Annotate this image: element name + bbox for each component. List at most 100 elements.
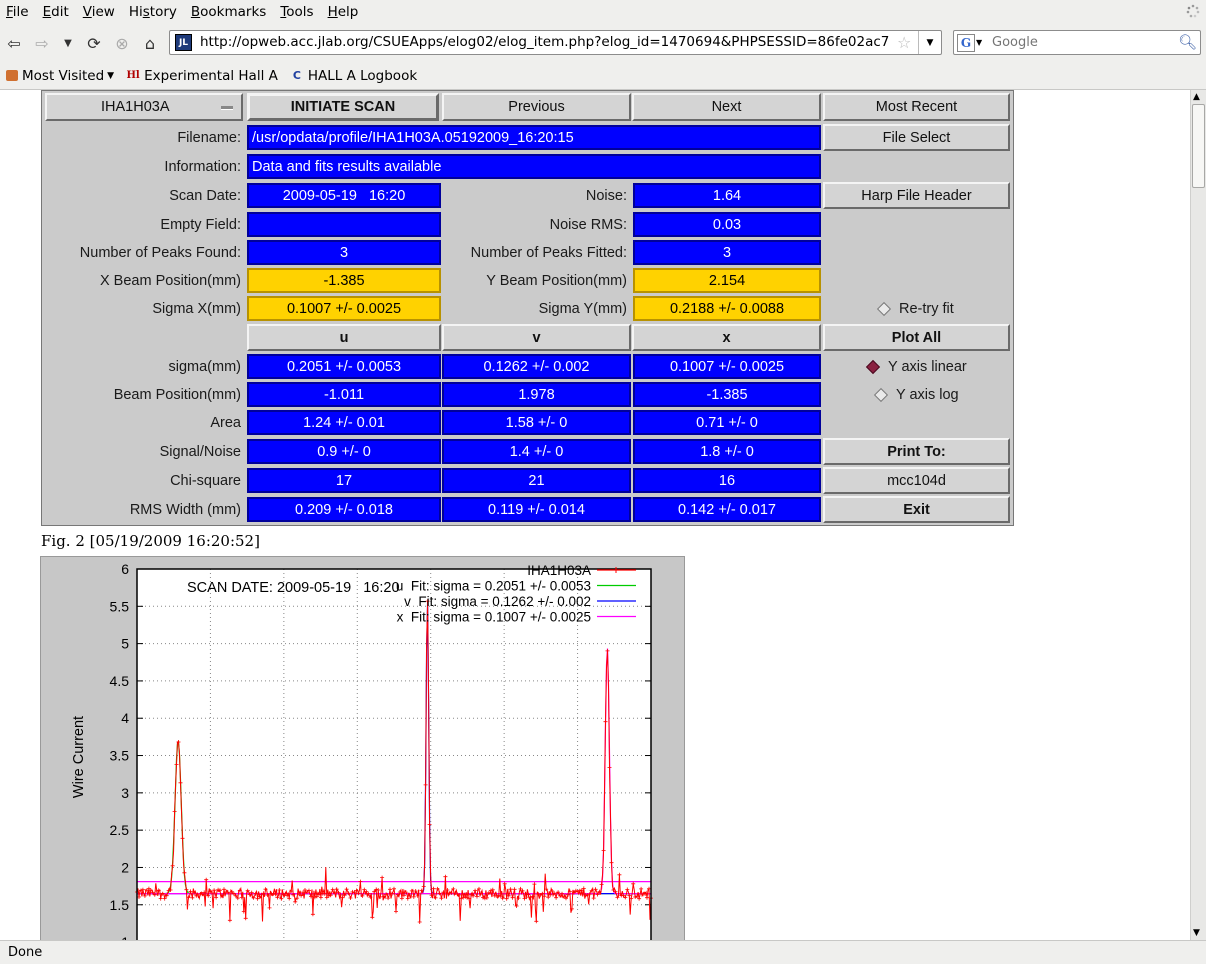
fit-cell-v: 21 [442,468,631,493]
empty-field-value [247,212,441,237]
peaks-found-label: Number of Peaks Found: [79,244,241,261]
fit-row-label: sigma(mm) [168,358,242,375]
scrollbar-thumb[interactable] [1192,104,1205,188]
vertical-scrollbar[interactable]: ▲ ▼ [1190,90,1206,940]
previous-button[interactable]: Previous [442,93,631,121]
y-axis-linear-label: Y axis linear [888,358,967,375]
fit-cell-u: 0.9 +/- 0 [247,439,441,464]
retry-fit-label: Re-try fit [899,300,954,317]
bookmark-hall-a-logbook[interactable]: C HALL A Logbook [290,68,417,84]
menu-bar: File Edit View History Bookmarks Tools H… [0,0,1206,24]
y-tick-label: 2.5 [110,822,130,838]
fit-cell-u: 0.209 +/- 0.018 [247,497,441,522]
reload-button[interactable]: ⟳ [82,32,106,54]
menu-help[interactable]: Help [321,4,366,20]
fit-cell-u: 0.2051 +/- 0.0053 [247,354,441,379]
sigma-x-field: 0.1007 +/- 0.0025 [247,296,441,321]
bookmark-experimental-hall-a[interactable]: Hl Experimental Hall A [126,68,277,84]
fit-cell-v: 0.1262 +/- 0.002 [442,354,631,379]
hall-c-icon: C [292,69,301,82]
plot-area [137,569,651,940]
scan-date-annotation: SCAN DATE: 2009-05-19 16:20 [187,580,400,596]
plot-all-button[interactable]: Plot All [823,324,1010,351]
scan-date-label: Scan Date: [169,187,241,204]
fit-cell-x: 0.71 +/- 0 [633,410,821,435]
menu-view[interactable]: View [76,4,122,20]
hall-a-icon: Hl [126,70,140,81]
noise-rms-label: Noise RMS: [549,216,627,233]
menu-bookmarks[interactable]: Bookmarks [184,4,273,20]
radio-diamond-icon [873,387,889,402]
printer-name-field[interactable]: mcc104d [823,467,1010,494]
search-input[interactable] [992,33,1172,52]
menu-edit[interactable]: Edit [36,4,76,20]
column-x-button[interactable]: x [632,324,821,351]
most-recent-button[interactable]: Most Recent [823,93,1010,121]
print-to-button[interactable]: Print To: [823,438,1010,465]
search-engine-icon[interactable]: G [957,34,975,52]
legend-label: x Fit: sigma = 0.1007 +/- 0.0025 [397,610,591,625]
y-axis-log-label: Y axis log [896,386,959,403]
retry-fit-radio[interactable]: Re-try fit [875,296,1010,321]
initiate-scan-button[interactable]: INITIATE SCAN [247,93,439,121]
url-bar[interactable]: JL http://opweb.acc.jlab.org/CSUEApps/el… [169,30,942,55]
sigma-y-label: Sigma Y(mm) [538,300,627,317]
scroll-up-arrow-icon[interactable]: ▲ [1193,92,1200,102]
home-button[interactable]: ⌂ [138,32,162,54]
harp-file-header-button[interactable]: Harp File Header [823,182,1010,209]
forward-button[interactable]: ⇨ [30,32,54,54]
wire-scan-chart-svg: 11.522.533.544.555.56SCAN DATE: 2009-05-… [71,561,653,940]
bookmark-most-visited[interactable]: Most Visited ▼ [6,68,114,84]
option-menu-indicator-icon [221,106,233,110]
history-dropdown-button[interactable]: ▼ [56,32,80,54]
column-u-button[interactable]: u [247,324,441,351]
x-beam-position-label: X Beam Position(mm) [99,272,241,289]
fit-row-label: Beam Position(mm) [113,386,241,403]
reload-icon: ⟳ [87,33,101,53]
y-tick-label: 5.5 [110,598,130,614]
bookmark-label: Most Visited [22,67,105,84]
url-text[interactable]: http://opweb.acc.jlab.org/CSUEApps/elog0… [200,34,890,50]
back-arrow-icon: ⇦ [7,33,21,53]
fit-cell-x: -1.385 [633,382,821,407]
y-tick-label: 2 [121,859,129,875]
fit-cell-v: 1.58 +/- 0 [442,410,631,435]
site-favicon-icon: JL [175,34,192,51]
y-beam-position-field: 2.154 [633,268,821,293]
bookmark-star-icon[interactable]: ☆ [897,33,911,52]
information-label: Information: [164,158,241,175]
radio-diamond-selected-icon [865,359,881,374]
url-dropdown-button[interactable]: ▼ [918,31,941,54]
sigma-x-label: Sigma X(mm) [152,300,241,317]
next-button[interactable]: Next [632,93,821,121]
x-beam-position-field: -1.385 [247,268,441,293]
filename-label: Filename: [177,129,241,146]
scroll-down-arrow-icon[interactable]: ▼ [1193,928,1200,938]
legend-label: IHA1H03A [527,563,591,578]
menu-file[interactable]: File [0,4,36,20]
empty-field-label: Empty Field: [160,216,241,233]
sigma-y-field: 0.2188 +/- 0.0088 [633,296,821,321]
harp-select-value: IHA1H03A [101,99,170,115]
file-select-button[interactable]: File Select [823,124,1010,151]
y-beam-position-label: Y Beam Position(mm) [486,272,627,289]
stop-button[interactable]: ⊗ [110,32,134,54]
bookmark-folder-icon [6,70,18,81]
activity-throbber-icon [1186,4,1200,18]
noise-rms-field: 0.03 [633,212,821,237]
y-tick-label: 4 [121,710,129,726]
y-axis-log-radio[interactable]: Y axis log [872,382,1010,407]
noise-label: Noise: [585,187,627,204]
column-v-button[interactable]: v [442,324,631,351]
harp-select-dropdown[interactable]: IHA1H03A [45,93,243,121]
search-icon[interactable]: 🔍︎ [1178,33,1197,51]
fit-row-label: Chi-square [170,472,241,489]
y-axis-linear-radio[interactable]: Y axis linear [864,354,1010,379]
y-tick-label: 5 [121,636,129,652]
chevron-down-icon[interactable]: ▼ [976,38,982,47]
exit-button[interactable]: Exit [823,496,1010,523]
menu-tools[interactable]: Tools [273,4,320,20]
navigation-toolbar: ⇦ ⇨ ▼ ⟳ ⊗ ⌂ JL http://opweb.acc.jlab.org… [0,24,1206,62]
back-button[interactable]: ⇦ [2,32,26,54]
menu-history[interactable]: History [122,4,184,20]
